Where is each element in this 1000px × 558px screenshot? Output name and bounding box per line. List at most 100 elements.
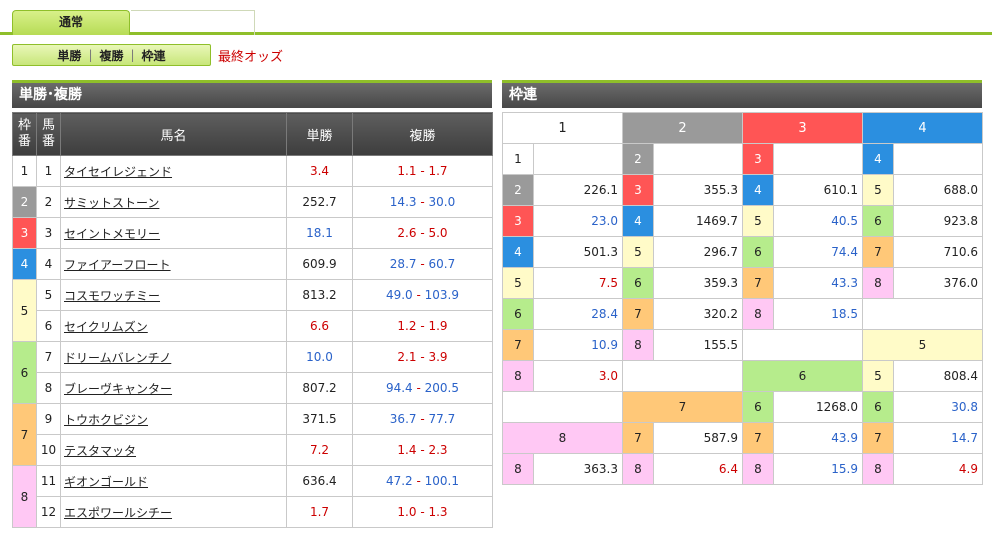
- range-dash: -: [416, 505, 429, 519]
- range-dash: -: [416, 164, 429, 178]
- place-odds-min: 2.1: [397, 350, 417, 364]
- bracket-quinella-header: 枠連: [502, 80, 982, 108]
- horse-name-cell: トウホクビジン: [60, 403, 287, 435]
- place-odds-max: 60.7: [428, 257, 456, 271]
- partner-waku: 4: [502, 236, 534, 268]
- place-odds-max: 1.9: [428, 319, 448, 333]
- partner-waku: 8: [622, 453, 654, 485]
- horse-number: 9: [36, 403, 61, 435]
- place-odds-min: 49.0: [385, 288, 413, 302]
- nav-fukusho[interactable]: 複勝: [99, 47, 123, 64]
- bracket-odds: 10.9: [533, 329, 623, 361]
- bracket-odds: 226.1: [533, 174, 623, 206]
- range-dash: -: [412, 381, 425, 395]
- partner-waku: 7: [742, 422, 774, 454]
- win-odds: 1.7: [286, 496, 353, 528]
- place-odds: 94.4 - 200.5: [352, 372, 493, 404]
- empty-cell: [862, 298, 983, 330]
- tab-spacer: [131, 10, 255, 35]
- bracket-odds: 320.2: [653, 298, 743, 330]
- range-dash: -: [416, 350, 429, 364]
- place-odds-min: 14.3: [389, 195, 417, 209]
- partner-waku: 7: [622, 298, 654, 330]
- nav-wakuren[interactable]: 枠連: [142, 47, 166, 64]
- tab-normal[interactable]: 通常: [12, 10, 130, 35]
- table-row: 3 3 セイントメモリー 18.1 2.6 - 5.0: [12, 217, 493, 249]
- partner-waku: 7: [622, 422, 654, 454]
- bracket-column-2: 2: [622, 112, 743, 144]
- win-odds: 10.0: [286, 341, 353, 373]
- nav-tansho[interactable]: 単勝: [57, 47, 81, 64]
- bracket-odds: 1469.7: [653, 205, 743, 237]
- partner-waku: 6: [502, 298, 534, 330]
- horse-name-link[interactable]: トウホクビジン: [64, 413, 148, 427]
- horse-name-cell: ファイアーフロート: [60, 248, 287, 280]
- place-odds-max: 100.1: [424, 474, 460, 488]
- bracket-odds: 43.9: [773, 422, 863, 454]
- bracket-odds: 688.0: [893, 174, 983, 206]
- bracket-row: 8 3.0 6 5 808.4: [502, 360, 983, 392]
- bracket-band-6: 6: [742, 360, 863, 392]
- range-dash: -: [416, 226, 429, 240]
- bracket-column-4: 4: [862, 112, 983, 144]
- place-odds-min: 1.4: [397, 443, 417, 457]
- horse-name-link[interactable]: セイクリムズン: [64, 320, 148, 334]
- horse-name-link[interactable]: ブレーヴキャンター: [64, 382, 172, 396]
- win-odds: 7.2: [286, 434, 353, 466]
- place-odds-min: 1.2: [397, 319, 417, 333]
- horse-name-link[interactable]: エスポワールシチー: [64, 506, 172, 520]
- partner-waku: 7: [862, 236, 894, 268]
- bracket-row: 3 23.0 4 1469.7 5 40.5 6 923.8: [502, 205, 983, 237]
- place-odds-max: 77.7: [428, 412, 456, 426]
- horse-number: 2: [36, 186, 61, 218]
- bracket-odds: 15.9: [773, 453, 863, 485]
- range-dash: -: [416, 319, 429, 333]
- empty-cell: [622, 360, 743, 392]
- bracket-odds: 74.4: [773, 236, 863, 268]
- bracket-row: 4 501.3 5 296.7 6 74.4 7 710.6: [502, 236, 983, 268]
- horse-name-cell: セイクリムズン: [60, 310, 287, 342]
- horse-name-link[interactable]: サミットストーン: [64, 196, 159, 210]
- place-odds-min: 28.7: [389, 257, 417, 271]
- table-row: 10 テスタマッタ 7.2 1.4 - 2.3: [13, 434, 493, 466]
- partner-waku: 1: [502, 143, 534, 175]
- bracket-odds: 40.5: [773, 205, 863, 237]
- horse-name-link[interactable]: セイントメモリー: [64, 227, 160, 241]
- horse-name-cell: タイセイレジェンド: [60, 155, 287, 187]
- place-odds: 2.6 - 5.0: [352, 217, 493, 249]
- horse-name-link[interactable]: タイセイレジェンド: [64, 165, 172, 179]
- bracket-odds: 3.0: [533, 360, 623, 392]
- horse-name-link[interactable]: ファイアーフロート: [64, 258, 171, 272]
- bracket-odds: 359.3: [653, 267, 743, 299]
- range-dash: -: [412, 288, 425, 302]
- horse-name-link[interactable]: テスタマッタ: [64, 444, 136, 458]
- waku-number: 2: [12, 186, 37, 218]
- horse-number: 11: [36, 465, 61, 497]
- table-row: 1 1 タイセイレジェンド 3.4 1.1 - 1.7: [12, 155, 493, 187]
- partner-waku: 4: [862, 143, 894, 175]
- win-odds: 6.6: [286, 310, 353, 342]
- bracket-row: 5 7.5 6 359.3 7 43.3 8 376.0: [502, 267, 983, 299]
- range-dash: -: [412, 474, 425, 488]
- horse-name-link[interactable]: ギオンゴールド: [64, 475, 148, 489]
- table-row: 5 5 コスモワッチミー 813.2 49.0 - 103.9: [12, 279, 493, 342]
- horse-number: 3: [36, 217, 61, 249]
- partner-waku: 5: [622, 236, 654, 268]
- bracket-odds: 587.9: [653, 422, 743, 454]
- win-odds: 3.4: [286, 155, 353, 187]
- place-odds-min: 94.4: [385, 381, 413, 395]
- bracket-row: 2 226.1 3 355.3 4 610.1 5 688.0: [502, 174, 983, 206]
- win-odds: 813.2: [286, 279, 353, 311]
- win-place-header: 単勝･複勝: [12, 80, 492, 108]
- tan-header: 単勝: [286, 112, 353, 156]
- horse-name-link[interactable]: ドリームバレンチノ: [64, 351, 171, 365]
- fuku-header: 複勝: [352, 112, 493, 156]
- horse-name-cell: ブレーヴキャンター: [60, 372, 287, 404]
- horse-name-link[interactable]: コスモワッチミー: [64, 289, 160, 303]
- bracket-column-1: 1: [502, 112, 623, 144]
- partner-waku: 2: [622, 143, 654, 175]
- bracket-odds: 30.8: [893, 391, 983, 423]
- horse-name-cell: ギオンゴールド: [60, 465, 287, 497]
- waku-number: 7: [12, 403, 37, 466]
- bracket-quinella-table: 1 2 3 4 1 2 3 4 2 226.1 3 355.3 4 610.1 5 688.0 3 23.0 4 14…: [502, 112, 983, 485]
